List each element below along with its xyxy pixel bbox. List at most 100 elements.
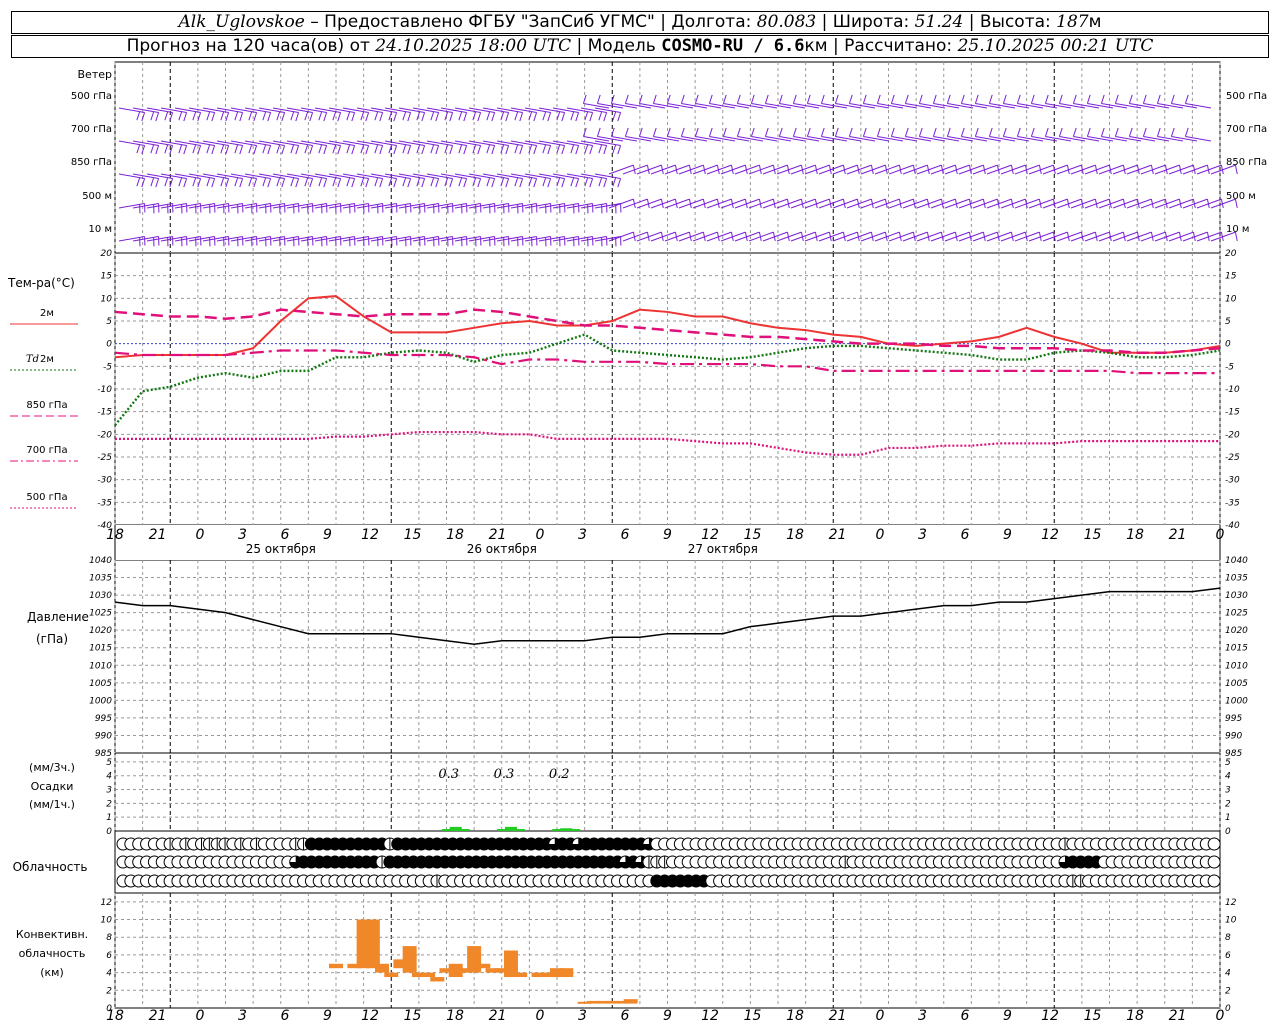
x-hour-label-bottom: 18	[1126, 1008, 1144, 1024]
y-tick-label-right: 1025	[1225, 609, 1248, 619]
wind-barb-feather	[136, 111, 141, 121]
wind-barb-shaft	[566, 202, 593, 209]
y-tick-label-right: 0	[1225, 827, 1231, 837]
wind-barb	[624, 94, 652, 109]
wind-barb	[1042, 198, 1070, 209]
wind-barb	[818, 198, 846, 209]
precip-bars	[441, 826, 581, 831]
wind-barb-shaft	[1003, 135, 1030, 142]
wind-barb-shaft	[1087, 135, 1114, 142]
wind-barb	[832, 198, 860, 209]
wind-barb-feather	[1030, 127, 1035, 137]
wind-barb-feather	[234, 111, 239, 121]
wind-barb	[680, 127, 708, 142]
wind-barb-feather	[276, 177, 281, 187]
wind-barb	[804, 231, 832, 242]
y-tick-label-right: 3	[1225, 786, 1231, 796]
precip-annotation: 0.2	[549, 767, 570, 782]
wind-barb-feather	[290, 177, 295, 187]
wind-barb-shaft	[723, 135, 750, 142]
wind-barb-feather	[624, 127, 629, 137]
wind-barb-shaft	[961, 135, 988, 142]
wind-barb-shaft	[384, 202, 411, 209]
wind-barb-feather	[421, 178, 426, 188]
wind-barb-shaft	[877, 135, 904, 142]
y-tick-label-left: 15	[101, 272, 113, 282]
wind-barb-feather	[694, 127, 699, 137]
wind-barb	[722, 127, 750, 142]
conv-title-b: облачность	[19, 947, 86, 960]
wind-barb-shaft	[328, 202, 355, 209]
wind-barb-feather	[708, 127, 713, 137]
wind-barb-shaft	[681, 135, 708, 142]
wind-barb	[748, 198, 776, 209]
wind-barb-feather	[575, 112, 580, 122]
wind-barb-feather	[1142, 94, 1147, 104]
wind-barb	[118, 107, 146, 122]
wind-barb-shaft	[695, 102, 722, 109]
wind-barb-feather	[407, 145, 412, 155]
wind-barb-feather	[178, 177, 183, 187]
wind-barb-shaft	[510, 107, 537, 114]
wind-barb	[804, 164, 832, 175]
wind-barb-shaft	[342, 107, 369, 114]
cloud-clear	[1207, 837, 1221, 851]
wind-barb	[916, 231, 944, 242]
y-tick-label-right: 8	[1225, 933, 1231, 943]
wind-barb-shaft	[412, 140, 439, 147]
wind-barb-feather	[220, 177, 225, 187]
wind-barb-feather	[1016, 127, 1021, 137]
wind-barb-shaft	[496, 202, 523, 209]
x-hour-label: 18	[1126, 527, 1144, 543]
wind-barb-shaft	[975, 102, 1002, 109]
wind-barb-shaft	[426, 140, 453, 147]
wind-barb	[862, 127, 890, 142]
wind-barb-feather	[491, 145, 496, 155]
wind-barb	[1154, 231, 1182, 242]
wind-barb-shaft	[146, 107, 173, 114]
wind-barb-feather	[505, 178, 510, 188]
wind-barb	[1182, 164, 1210, 175]
wind-barb-feather	[589, 145, 594, 155]
wind-barb-feather	[477, 145, 482, 155]
wind-barb-shaft	[426, 173, 453, 180]
wind-barb	[1072, 127, 1100, 142]
y-tick-label-left: 5	[106, 317, 112, 327]
y-tick-label-right: 990	[1225, 731, 1242, 741]
wind-barb-feather	[248, 177, 253, 187]
wind-barb	[944, 231, 972, 242]
wind-barb	[650, 231, 678, 242]
wind-barb-feather	[764, 94, 769, 104]
wind-barb-feather	[612, 177, 617, 187]
wind-barb-feather	[722, 94, 727, 104]
wind-barb-feather	[491, 112, 496, 122]
wind-barb-shaft	[891, 135, 918, 142]
x-hour-label: 15	[744, 527, 762, 543]
wind-barb	[1098, 198, 1126, 209]
wind-barb-feather	[150, 177, 155, 187]
wind-barb-feather	[248, 144, 253, 154]
wind-barb-feather	[603, 145, 608, 155]
wind-barb-shaft	[597, 102, 624, 109]
wind-barb-shaft	[216, 107, 243, 114]
wind-barb-feather	[974, 94, 979, 104]
wind-barb-feather	[458, 111, 463, 121]
wind-barb-feather	[1044, 127, 1049, 137]
legend-label: 850 гПа	[26, 400, 67, 411]
wind-barb-shaft	[342, 140, 369, 147]
wind-barb-shaft	[1185, 102, 1212, 109]
wind-barb-feather	[155, 178, 160, 188]
wind-barb-shaft	[132, 202, 159, 209]
wind-barb	[1028, 164, 1056, 175]
wind-barb-shaft	[314, 140, 341, 147]
cloud-symbol	[1207, 837, 1221, 851]
wind-barb-feather	[1002, 94, 1007, 104]
wind-barb-feather	[542, 144, 547, 154]
wind-barb-feather	[533, 178, 538, 188]
wind-barb	[876, 94, 904, 109]
wind-barb	[1140, 198, 1168, 209]
wind-barb-feather	[1086, 127, 1091, 137]
wind-barb-feather	[570, 177, 575, 187]
wind-barb-shaft	[398, 235, 425, 242]
wind-barb	[678, 231, 706, 242]
